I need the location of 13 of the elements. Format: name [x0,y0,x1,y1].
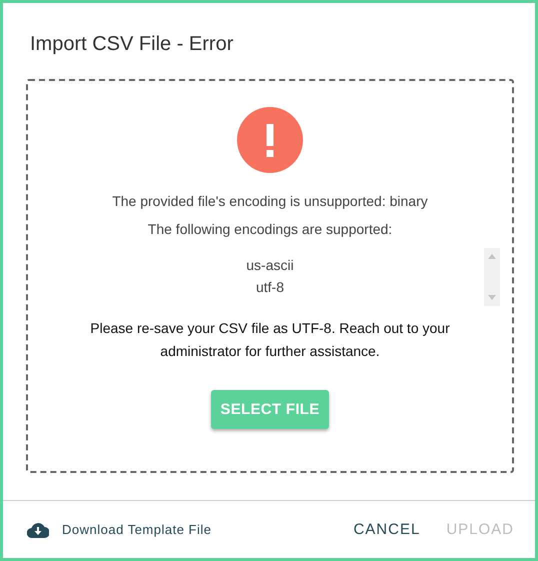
error-icon [237,107,303,173]
dialog-title: Import CSV File - Error [29,32,234,57]
footer-button[interactable]: CANCEL [353,515,420,544]
encoding-item: utf-8 [256,278,284,297]
error-message: The provided file's encoding is unsupported: binary [112,192,428,210]
download-template-link[interactable]: Download Template File [62,522,212,537]
cloud-download-icon[interactable] [27,522,49,538]
supported-label: The following encodings are supported: [148,220,392,238]
encoding-item: us-ascii [246,256,294,275]
scroll-up-icon[interactable] [488,254,496,259]
scroll-down-icon[interactable] [488,295,496,300]
scrollbar[interactable] [484,248,500,306]
advice-text: Please re-save your CSV file as UTF-8. Reach out to your administrator for further assistance. [89,319,451,361]
